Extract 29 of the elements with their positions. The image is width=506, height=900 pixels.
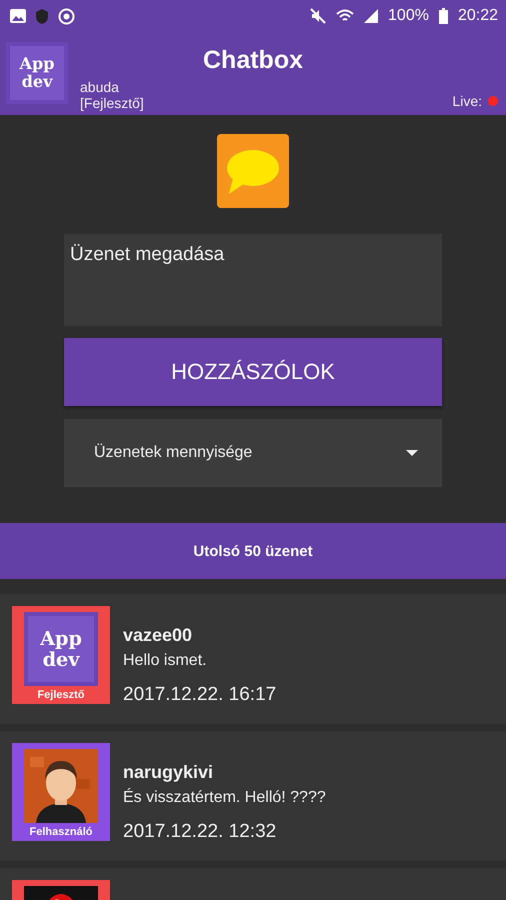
user-role: [Fejlesztő] <box>80 95 144 111</box>
message-time: 2017.12.22. 12:32 <box>123 821 278 843</box>
mute-icon <box>310 8 326 24</box>
message-input[interactable]: Üzenet megadása <box>64 234 442 326</box>
signal-icon <box>364 9 378 23</box>
sender-name: vazee00 <box>123 625 194 646</box>
sender-name: narugykivi <box>123 762 214 783</box>
role-label: Fejlesztő <box>37 689 85 701</box>
username: abuda <box>80 79 119 95</box>
clock: 20:22 <box>458 7 498 25</box>
wifi-icon <box>336 9 354 23</box>
message-time: 2017.12.22. 16:17 <box>123 684 276 706</box>
message-count-banner: Utolsó 50 üzenet <box>0 523 506 579</box>
role-label: Felhasználó <box>30 826 92 838</box>
submit-button[interactable]: HOZZÁSZÓLOK <box>64 338 442 406</box>
app-logo: App dev <box>6 42 68 104</box>
message-text: Hello ismet. <box>123 652 208 670</box>
battery-icon <box>438 8 448 24</box>
chat-bubble-icon <box>217 134 289 208</box>
image-icon <box>10 9 26 23</box>
dropdown-caret-icon <box>406 450 418 456</box>
app-title: Chatbox <box>203 46 303 75</box>
amount-dropdown[interactable]: Üzenetek mennyisége <box>64 419 442 487</box>
battery-percent: 100% <box>388 7 429 25</box>
live-label: Live: <box>452 93 482 109</box>
message-text: És visszatértem. Helló! ???? <box>123 789 326 807</box>
shield-icon <box>36 8 48 24</box>
sync-icon <box>58 8 75 24</box>
avatar-logo: App dev <box>24 612 98 686</box>
